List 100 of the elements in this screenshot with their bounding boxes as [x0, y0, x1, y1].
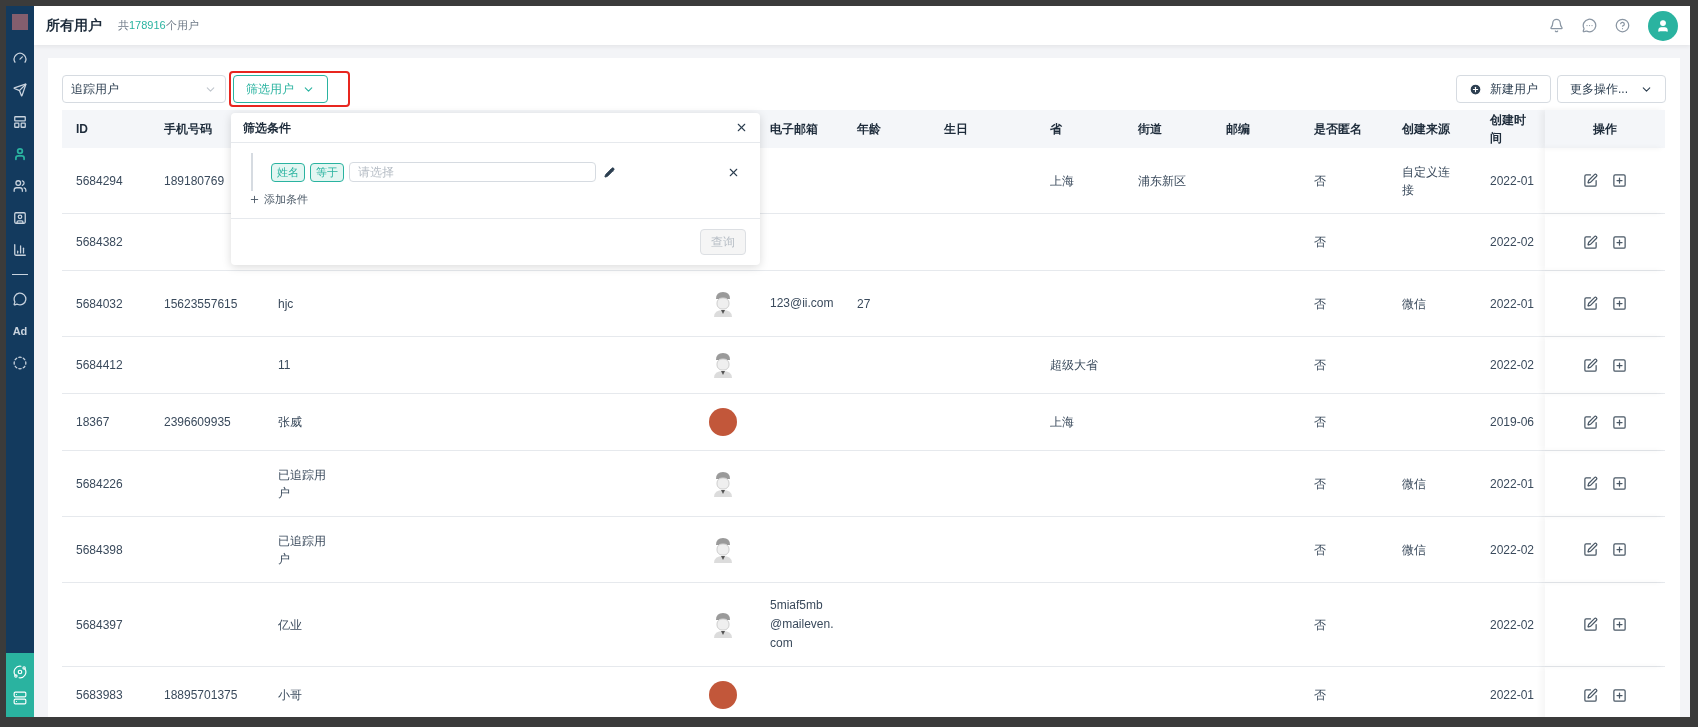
table-cell: 5684397: [76, 617, 123, 632]
add-icon[interactable]: [1612, 173, 1627, 188]
bell-icon[interactable]: [1549, 18, 1564, 33]
logo-icon: [12, 14, 28, 30]
edit-icon[interactable]: [1583, 173, 1598, 188]
page-title: 所有用户: [46, 16, 102, 35]
column-header: 街道: [1138, 121, 1162, 138]
table-cell: 15623557615: [164, 296, 238, 311]
table-cell: 18367: [76, 415, 110, 429]
table-cell: 5684382: [76, 235, 123, 249]
table-cell: 浦东新区: [1138, 173, 1186, 188]
count-suffix: 个用户: [165, 18, 199, 34]
table-cell-text: 11: [278, 357, 292, 374]
add-icon[interactable]: [1612, 542, 1627, 557]
table-cell-text: 123@ii.com: [770, 295, 834, 312]
contact-card-icon[interactable]: [13, 211, 27, 225]
table-cell: 2022-02: [1490, 235, 1535, 249]
track-select[interactable]: 追踪用户: [62, 75, 226, 103]
add-icon[interactable]: [1612, 687, 1627, 703]
user-avatar[interactable]: [1648, 10, 1678, 41]
table-cell-text: 自定义连接: [1402, 163, 1451, 199]
column-header: 邮编: [1226, 121, 1250, 138]
close-icon[interactable]: [735, 121, 748, 134]
table-cell-text: 5miaf5mb@maileven.com: [770, 597, 834, 652]
table-cell-text: 微信: [1402, 475, 1427, 493]
edit-icon[interactable]: [1583, 234, 1598, 250]
send-icon[interactable]: [13, 83, 27, 97]
table-cell: 2022-01: [1490, 476, 1535, 491]
add-icon[interactable]: [1612, 617, 1627, 632]
table-cell-text: 微信: [1402, 295, 1427, 313]
table-cell: 27: [857, 296, 871, 311]
edit-icon[interactable]: [1583, 617, 1598, 632]
table-cell-text: 已追踪用户: [278, 532, 327, 568]
table-cell: 5684398: [76, 542, 123, 557]
sidebar-item[interactable]: Ad: [12, 322, 28, 340]
table-cell: 上海: [1050, 173, 1074, 188]
table-cell: 否: [1314, 617, 1326, 632]
count-prefix: 共: [118, 18, 129, 34]
add-icon[interactable]: [1612, 414, 1627, 430]
table-cell: 否: [1314, 296, 1326, 311]
users-icon[interactable]: [13, 179, 27, 193]
edit-icon[interactable]: [1583, 687, 1598, 703]
table-cell-text: 微信: [1402, 541, 1427, 559]
edit-icon[interactable]: [1583, 357, 1598, 373]
table-cell: 否: [1314, 415, 1326, 429]
table-cell: 否: [1314, 688, 1326, 702]
user-count: 178916: [129, 18, 166, 34]
table-cell: 2022-01: [1490, 296, 1535, 311]
add-condition-button[interactable]: 添加条件: [249, 191, 308, 208]
pencil-icon[interactable]: [604, 166, 615, 178]
table-cell: 18895701375: [164, 688, 238, 702]
table-cell: 2022-02: [1490, 542, 1535, 557]
layout-icon[interactable]: [13, 115, 27, 129]
table-cell: 5684226: [76, 476, 123, 491]
table-cell: 上海: [1050, 415, 1074, 429]
table-cell: 否: [1314, 358, 1326, 372]
table-cell: 5684412: [76, 358, 123, 372]
add-icon[interactable]: [1612, 357, 1627, 373]
add-icon[interactable]: [1612, 476, 1627, 491]
edit-icon[interactable]: [1583, 296, 1598, 311]
column-header: 省: [1050, 121, 1062, 138]
table-cell: 2022-02: [1490, 617, 1535, 632]
chat-icon[interactable]: [1582, 18, 1597, 33]
table-cell: 否: [1314, 476, 1326, 491]
column-header: 创建时间: [1490, 112, 1527, 147]
table-cell: 2396609935: [164, 415, 231, 429]
column-header: 操作: [1593, 121, 1617, 138]
table-cell-text: 已追踪用户: [278, 466, 327, 502]
column-header: 年龄: [857, 121, 881, 138]
table-cell: 5684032: [76, 296, 123, 311]
table-cell: 否: [1314, 235, 1326, 249]
column-header: ID: [76, 121, 88, 138]
edit-icon[interactable]: [1583, 476, 1598, 491]
bar-chart-icon[interactable]: [13, 243, 27, 257]
table-cell: 2022-01: [1490, 173, 1535, 188]
plus-circle-icon: [1469, 82, 1482, 96]
table-cell: 2022-01: [1490, 688, 1535, 702]
dashed-circle-icon[interactable]: [13, 356, 27, 370]
chat-bubble-icon[interactable]: [13, 292, 27, 306]
user-icon[interactable]: [13, 147, 27, 161]
add-icon[interactable]: [1612, 234, 1627, 250]
help-icon[interactable]: [1615, 18, 1630, 33]
column-header: 手机号码: [164, 121, 212, 138]
table-cell-text: 亿业: [278, 616, 303, 634]
edit-icon[interactable]: [1583, 414, 1598, 430]
server-icon[interactable]: [13, 691, 27, 705]
table-cell: 超级大省: [1050, 358, 1098, 372]
column-header: 是否匿名: [1314, 121, 1362, 138]
table-cell: 5684294: [76, 173, 123, 188]
gauge-icon[interactable]: [13, 51, 27, 65]
popup-title: 筛选条件: [243, 119, 291, 137]
orbit-icon[interactable]: [13, 665, 27, 679]
table-cell: 189180769: [164, 173, 225, 188]
value-input[interactable]: 请选择: [349, 162, 596, 182]
add-icon[interactable]: [1612, 296, 1627, 311]
more-actions-button[interactable]: 更多操作...: [1557, 75, 1666, 103]
edit-icon[interactable]: [1583, 542, 1598, 557]
new-user-button[interactable]: 新建用户: [1456, 75, 1551, 103]
table-cell: 否: [1314, 173, 1326, 188]
table-cell-text: 张威: [278, 414, 303, 431]
